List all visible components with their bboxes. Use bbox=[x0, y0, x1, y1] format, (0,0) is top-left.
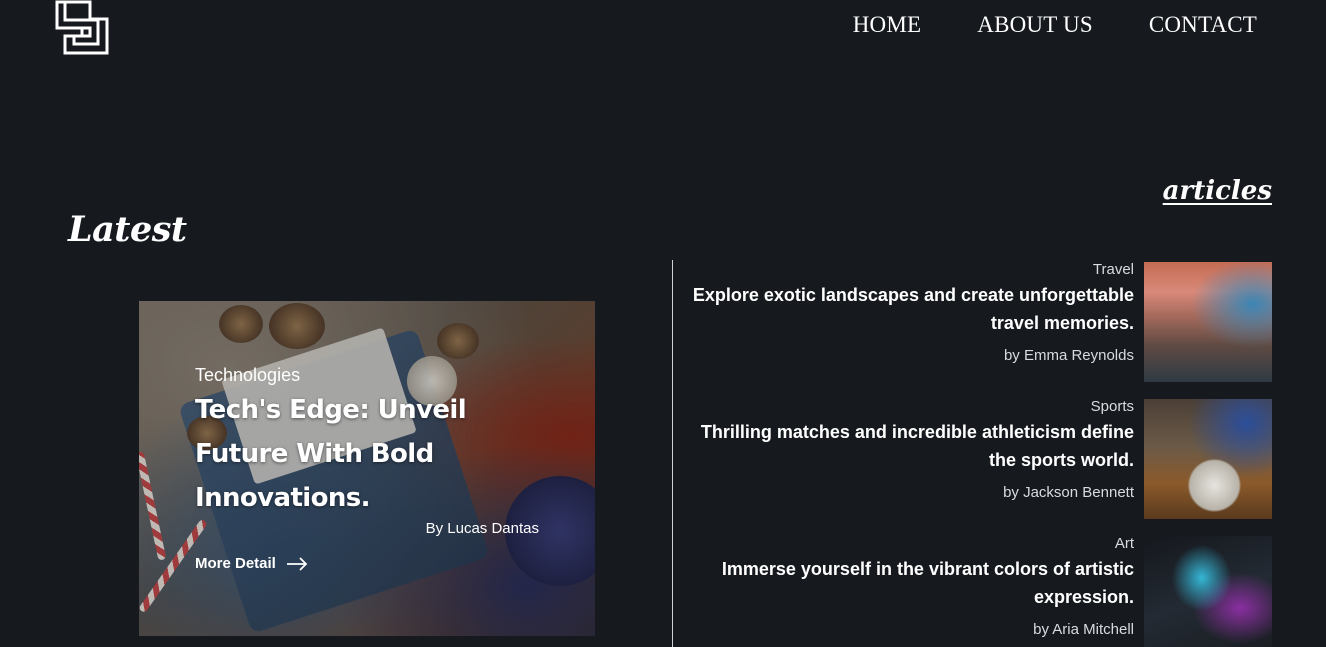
article-title[interactable]: Thrilling matches and incredible athleti… bbox=[690, 418, 1134, 474]
article-category: Travel bbox=[1092, 261, 1134, 278]
article-title[interactable]: Immerse yourself in the vibrant colors o… bbox=[690, 555, 1134, 611]
column-divider bbox=[672, 260, 673, 647]
article-thumbnail[interactable] bbox=[1144, 262, 1272, 382]
nav-about-us-link[interactable]: ABOUT US bbox=[977, 12, 1093, 38]
featured-article-content: Technologies Tech's Edge: Unveil Future … bbox=[195, 365, 555, 573]
list-item-text: Sports Thrilling matches and incredible … bbox=[690, 399, 1134, 536]
latest-heading: Latest bbox=[68, 209, 187, 250]
article-category: Sports bbox=[1090, 398, 1134, 415]
featured-headline[interactable]: Tech's Edge: Unveil Future With Bold Inn… bbox=[195, 388, 555, 520]
article-title[interactable]: Explore exotic landscapes and create unf… bbox=[690, 281, 1134, 337]
more-detail-link[interactable]: More Detail bbox=[195, 555, 308, 572]
site-logo[interactable] bbox=[54, 0, 110, 56]
main-nav: HOME ABOUT US CONTACT bbox=[853, 12, 1257, 38]
page: HOME ABOUT US CONTACT articles Latest Te… bbox=[0, 0, 1326, 647]
articles-list: Travel Explore exotic landscapes and cre… bbox=[690, 262, 1272, 647]
featured-category: Technologies bbox=[195, 365, 301, 385]
articles-heading-link[interactable]: articles bbox=[1163, 176, 1272, 206]
article-category: Art bbox=[1114, 535, 1134, 552]
article-thumbnail[interactable] bbox=[1144, 399, 1272, 519]
featured-author: By Lucas Dantas bbox=[425, 520, 539, 537]
article-author: by Jackson Bennett bbox=[1003, 484, 1134, 501]
list-item-text: Art Immerse yourself in the vibrant colo… bbox=[690, 536, 1134, 647]
list-item[interactable]: Art Immerse yourself in the vibrant colo… bbox=[690, 536, 1272, 647]
list-item[interactable]: Travel Explore exotic landscapes and cre… bbox=[690, 262, 1272, 399]
more-detail-label: More Detail bbox=[195, 555, 276, 572]
article-author: by Emma Reynolds bbox=[1003, 347, 1134, 364]
nav-contact-link[interactable]: CONTACT bbox=[1149, 12, 1257, 38]
nav-home-link[interactable]: HOME bbox=[853, 12, 922, 38]
article-thumbnail[interactable] bbox=[1144, 536, 1272, 647]
article-author: by Aria Mitchell bbox=[1033, 621, 1134, 638]
featured-article-card[interactable]: Technologies Tech's Edge: Unveil Future … bbox=[139, 301, 595, 636]
arrow-right-icon bbox=[286, 556, 308, 571]
list-item-text: Travel Explore exotic landscapes and cre… bbox=[690, 262, 1134, 399]
list-item[interactable]: Sports Thrilling matches and incredible … bbox=[690, 399, 1272, 536]
